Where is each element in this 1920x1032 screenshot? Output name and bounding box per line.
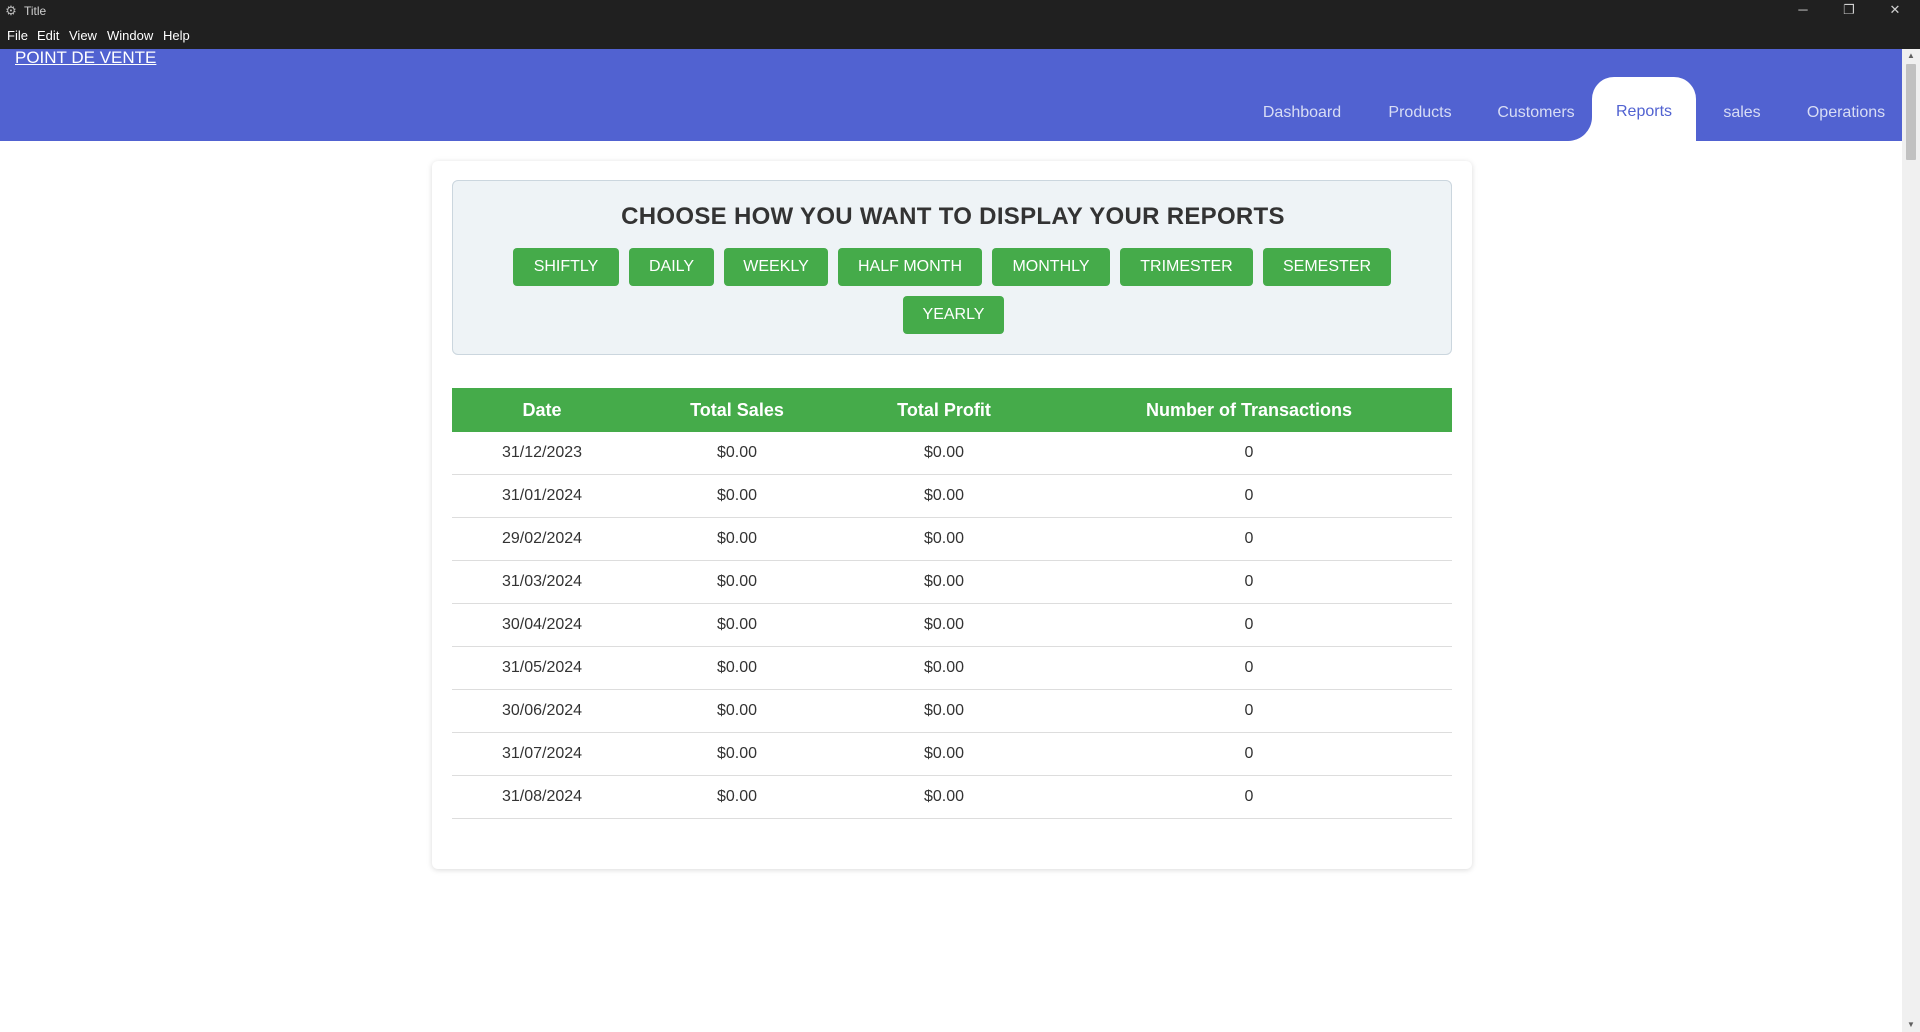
table-row: 31/07/2024 $0.00 $0.00 0 [452,733,1452,776]
cell-total-sales: $0.00 [716,702,758,719]
cell-date: 31/07/2024 [501,745,583,762]
cell-total-profit: $0.00 [923,702,965,719]
cell-transactions: 0 [1244,659,1254,676]
cell-date: 31/01/2024 [501,487,583,504]
menu-bar: File Edit View Window Help [0,23,1920,49]
cell-transactions: 0 [1244,487,1254,504]
cell-transactions: 0 [1244,444,1254,461]
table-row: 31/05/2024 $0.00 $0.00 0 [452,647,1452,690]
header-transactions: Number of Transactions [1145,400,1353,420]
close-button[interactable]: ✕ [1872,0,1918,23]
weekly-button[interactable]: WEEKLY [724,248,828,286]
scroll-down-arrow-icon[interactable]: ▼ [1902,1018,1920,1032]
menu-view[interactable]: View [69,28,97,44]
scroll-up-arrow-icon[interactable]: ▲ [1902,49,1920,63]
daily-button[interactable]: DAILY [629,248,714,286]
cell-total-profit: $0.00 [923,573,965,590]
header-total-profit: Total Profit [897,400,991,420]
maximize-button[interactable]: ❐ [1826,0,1872,23]
menu-file[interactable]: File [7,28,28,44]
semester-button[interactable]: SEMESTER [1263,248,1391,286]
header-total-sales: Total Sales [690,400,784,420]
table-row: 29/02/2024 $0.00 $0.00 0 [452,518,1452,561]
cell-total-sales: $0.00 [716,573,758,590]
cell-date: 30/06/2024 [501,702,583,719]
window-titlebar: ⚙ Title ─ ❐ ✕ [0,0,1920,23]
cell-date: 31/12/2023 [501,444,583,461]
cell-date: 31/05/2024 [501,659,583,676]
cell-date: 29/02/2024 [501,530,583,547]
table-row: 30/06/2024 $0.00 $0.00 0 [452,690,1452,733]
nav-operations[interactable]: Operations [1800,94,1892,141]
cell-transactions: 0 [1244,573,1254,590]
app-gear-icon: ⚙ [5,3,17,18]
app-content: POINT DE VENTE Dashboard Products Custom… [0,49,1902,1032]
minimize-button[interactable]: ─ [1780,0,1826,23]
top-header: POINT DE VENTE Dashboard Products Custom… [0,49,1902,141]
cell-date: 30/04/2024 [501,616,583,633]
brand-link[interactable]: POINT DE VENTE [15,49,156,67]
cell-date: 31/03/2024 [501,573,583,590]
cell-transactions: 0 [1244,616,1254,633]
cell-transactions: 0 [1244,702,1254,719]
nav-reports[interactable]: Reports [1592,77,1696,141]
header-date: Date [522,400,562,420]
cell-total-sales: $0.00 [716,745,758,762]
cell-total-sales: $0.00 [716,616,758,633]
table-row: 31/01/2024 $0.00 $0.00 0 [452,475,1452,518]
cell-total-profit: $0.00 [923,616,965,633]
cell-total-profit: $0.00 [923,530,965,547]
cell-total-profit: $0.00 [923,444,965,461]
cell-total-sales: $0.00 [716,487,758,504]
nav-dashboard[interactable]: Dashboard [1256,94,1348,141]
table-row: 30/04/2024 $0.00 $0.00 0 [452,604,1452,647]
cell-total-profit: $0.00 [923,788,965,805]
monthly-button[interactable]: MONTHLY [992,248,1110,286]
menu-window[interactable]: Window [107,28,153,44]
report-period-chooser: CHOOSE HOW YOU WANT TO DISPLAY YOUR REPO… [452,180,1452,355]
nav-sales[interactable]: sales [1716,94,1768,141]
cell-transactions: 0 [1244,745,1254,762]
window-title: Title [24,4,47,18]
chooser-title: CHOOSE HOW YOU WANT TO DISPLAY YOUR REPO… [621,203,1285,230]
cell-total-sales: $0.00 [716,788,758,805]
cell-total-sales: $0.00 [716,530,758,547]
cell-transactions: 0 [1244,788,1254,805]
cell-total-sales: $0.00 [716,444,758,461]
cell-total-profit: $0.00 [923,745,965,762]
table-row: 31/12/2023 $0.00 $0.00 0 [452,432,1452,475]
nav-customers[interactable]: Customers [1490,94,1582,141]
trimester-button[interactable]: TRIMESTER [1120,248,1253,286]
shiftly-button[interactable]: SHIFTLY [513,248,619,286]
nav-products[interactable]: Products [1376,94,1464,141]
vertical-scrollbar[interactable]: ▲ ▼ [1902,49,1920,1032]
menu-help[interactable]: Help [163,28,190,44]
reports-card: CHOOSE HOW YOU WANT TO DISPLAY YOUR REPO… [432,161,1472,869]
table-row: 31/08/2024 $0.00 $0.00 0 [452,776,1452,819]
table-row: 31/03/2024 $0.00 $0.00 0 [452,561,1452,604]
cell-total-profit: $0.00 [923,487,965,504]
half-month-button[interactable]: HALF MONTH [838,248,982,286]
cell-transactions: 0 [1244,530,1254,547]
cell-date: 31/08/2024 [501,788,583,805]
cell-total-profit: $0.00 [923,659,965,676]
cell-total-sales: $0.00 [716,659,758,676]
menu-edit[interactable]: Edit [37,28,59,44]
yearly-button[interactable]: YEARLY [903,296,1004,334]
table-header: Date Total Sales Total Profit Number of … [452,388,1452,432]
scroll-thumb[interactable] [1906,64,1916,160]
